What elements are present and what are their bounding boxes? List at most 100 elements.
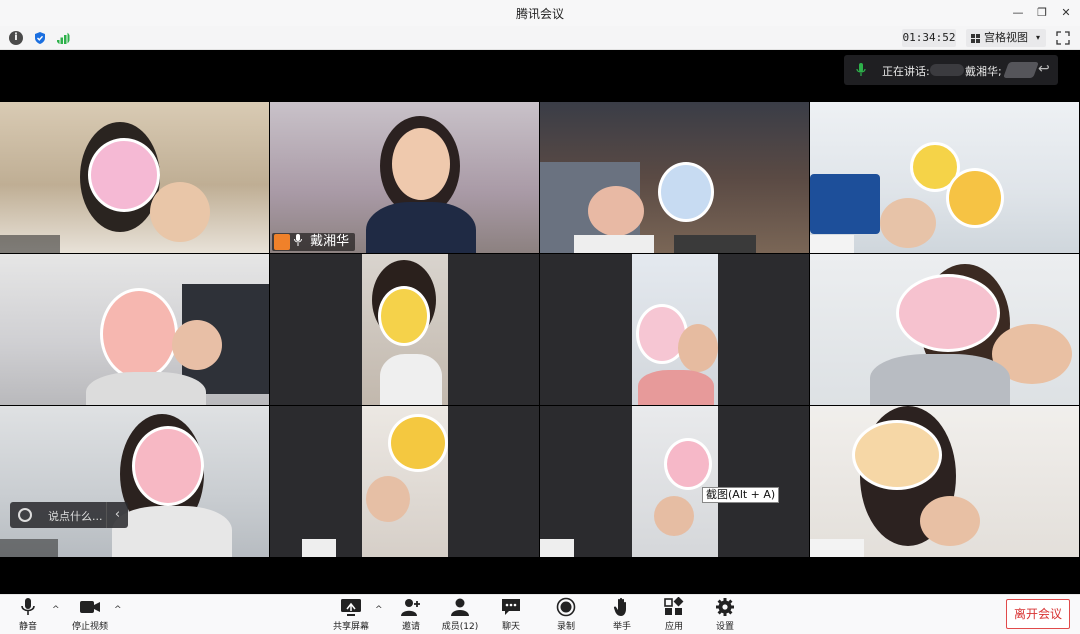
sticker-icon <box>946 168 1004 228</box>
microphone-icon <box>856 63 866 76</box>
mute-label: 静音 <box>18 622 37 632</box>
participant-body <box>638 370 714 405</box>
video-tile[interactable] <box>540 406 809 557</box>
participant-hand <box>588 186 644 236</box>
participant-name-blur <box>674 235 756 253</box>
gear-icon <box>716 598 734 616</box>
video-tile[interactable] <box>0 254 269 405</box>
share-screen-label: 共享屏幕 <box>332 622 369 632</box>
participant-name-blur <box>574 235 654 253</box>
participant-hand <box>172 320 222 370</box>
share-screen-button[interactable]: 共享屏幕 <box>331 597 371 633</box>
record-label: 录制 <box>556 622 575 632</box>
speaking-name: 戴湘华; <box>965 65 1002 78</box>
participant-body <box>366 202 476 253</box>
avatar-icon <box>274 234 290 250</box>
video-tile[interactable] <box>810 254 1079 405</box>
sticker-icon <box>388 414 448 472</box>
video-tile[interactable] <box>0 406 269 557</box>
participant-name-blur <box>540 539 574 557</box>
settings-label: 设置 <box>715 622 734 632</box>
apps-button[interactable]: 应用 <box>663 597 685 633</box>
video-tile[interactable] <box>810 102 1079 253</box>
settings-button[interactable]: 设置 <box>714 597 736 633</box>
video-tile[interactable] <box>540 102 809 253</box>
blurred-name <box>930 64 964 76</box>
video-tile[interactable] <box>0 102 269 253</box>
share-screen-icon <box>341 599 361 616</box>
participant-hand <box>678 324 718 372</box>
members-label: 成员(12) <box>441 622 479 632</box>
restore-button[interactable]: ❐ <box>1032 4 1052 22</box>
view-mode-dropdown[interactable]: 宫格视图 ▾ <box>966 29 1046 47</box>
grid-view-icon <box>971 34 980 43</box>
close-button[interactable]: ✕ <box>1056 4 1076 22</box>
sticker-icon <box>896 274 1000 352</box>
microphone-icon <box>21 598 35 615</box>
members-button[interactable]: 成员(12) <box>441 597 479 633</box>
video-tile[interactable] <box>540 254 809 405</box>
window-title: 腾讯会议 <box>515 7 564 21</box>
participant-hand <box>150 182 210 242</box>
invite-label: 邀请 <box>401 622 420 632</box>
video-tile[interactable]: 戴湘华 <box>270 102 539 253</box>
participant-face <box>392 128 450 200</box>
blurred-name <box>1003 62 1039 78</box>
chat-button[interactable]: 聊天 <box>500 597 522 633</box>
chevron-up-icon[interactable]: ^ <box>114 605 122 615</box>
stop-video-label: 停止视频 <box>71 622 108 632</box>
chevron-up-icon[interactable]: ^ <box>52 605 60 615</box>
sticker-icon <box>132 426 204 506</box>
sticker-icon <box>88 138 160 212</box>
chevron-down-icon: ▾ <box>1035 33 1040 42</box>
participant-name-blur <box>0 539 58 557</box>
sticker-icon <box>664 438 712 490</box>
video-tile[interactable] <box>270 406 539 557</box>
meeting-info-bar: i 01:34:52 宫格视图 ▾ <box>0 26 1080 50</box>
shield-icon[interactable] <box>33 31 47 45</box>
participant-body <box>112 506 232 557</box>
participant-name-blur <box>810 539 864 557</box>
apps-grid-icon <box>664 597 684 615</box>
participant-name-blur <box>810 235 854 253</box>
video-tile[interactable] <box>270 254 539 405</box>
view-mode-label: 宫格视图 <box>984 31 1028 44</box>
record-button[interactable]: 录制 <box>555 597 577 633</box>
participant-body <box>870 354 1010 405</box>
fullscreen-icon[interactable] <box>1056 31 1070 45</box>
signal-icon[interactable] <box>56 31 70 45</box>
apps-label: 应用 <box>664 622 683 632</box>
participant-hand <box>366 476 410 522</box>
meeting-toolbar: 静音 ^ 停止视频 ^ 共享屏幕 ^ 邀请 成员(12) 聊天 录制 举手 应用… <box>0 594 1080 634</box>
participant-hand <box>654 496 694 536</box>
stop-video-button[interactable]: 停止视频 <box>70 597 110 633</box>
emoji-icon[interactable] <box>18 508 32 522</box>
collapse-chat-arrow[interactable]: ‹ <box>106 502 128 528</box>
chat-label: 聊天 <box>501 622 520 632</box>
sticker-icon <box>852 420 942 490</box>
record-icon <box>556 597 576 617</box>
raise-hand-button[interactable]: 举手 <box>611 597 633 633</box>
chat-input-bubble[interactable]: 说点什么... ‹ <box>10 502 128 528</box>
invite-button[interactable]: 邀请 <box>400 597 422 633</box>
sticker-icon <box>658 162 714 222</box>
leave-meeting-button[interactable]: 离开会议 <box>1006 599 1070 629</box>
info-icon[interactable]: i <box>9 31 23 45</box>
hand-icon <box>613 597 626 616</box>
video-tile[interactable] <box>810 406 1079 557</box>
video-camera-icon <box>80 601 100 613</box>
participant-name-blur <box>302 539 336 557</box>
video-stage: 正在讲话: 戴湘华; ↩ 戴湘华 说点什么... ‹ 截图(Alt + A) <box>0 50 1080 594</box>
add-person-icon <box>401 599 420 616</box>
participant-body <box>380 354 442 405</box>
collapse-arrow-icon[interactable]: ↩ <box>1038 61 1050 77</box>
participant-body <box>86 372 206 405</box>
video-grid: 戴湘华 <box>0 102 1080 558</box>
minimize-button[interactable]: — <box>1008 4 1028 22</box>
raise-hand-label: 举手 <box>612 622 631 632</box>
chevron-up-icon[interactable]: ^ <box>375 605 383 615</box>
mute-button[interactable]: 静音 <box>16 597 40 633</box>
participant-name-blur <box>0 235 60 253</box>
sticker-icon <box>378 286 430 346</box>
participant-nametag: 戴湘华 <box>272 233 356 251</box>
